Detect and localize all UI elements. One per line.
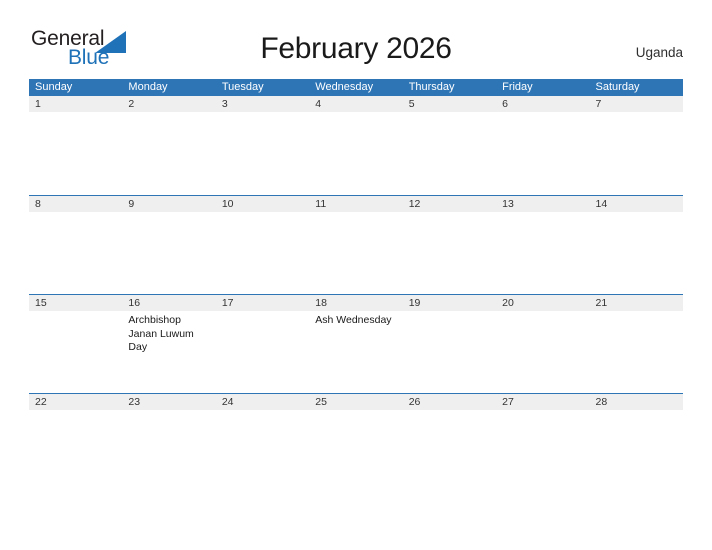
- calendar-week-row: 15 16 Archbishop Janan Luwum Day 17 18 Ash We…: [29, 294, 683, 393]
- weekday-header-saturday: Saturday: [595, 81, 640, 93]
- day-number: 22: [29, 394, 123, 410]
- calendar-day-cell[interactable]: 18 Ash Wednesday: [309, 295, 403, 393]
- calendar-day-cell[interactable]: 16 Archbishop Janan Luwum Day: [122, 295, 216, 393]
- calendar-day-cell[interactable]: 1: [29, 96, 123, 195]
- calendar-day-cell[interactable]: 8: [29, 196, 123, 294]
- day-number: 2: [122, 96, 216, 112]
- weekday-header-friday: Friday: [502, 81, 533, 93]
- region-label: Uganda: [635, 45, 683, 60]
- day-number: 11: [309, 196, 403, 212]
- calendar-day-cell[interactable]: 17: [215, 295, 310, 393]
- calendar-day-cell[interactable]: 20: [496, 295, 590, 393]
- calendar-day-cell[interactable]: 21: [589, 295, 683, 393]
- calendar-day-cell[interactable]: 7: [589, 96, 683, 195]
- calendar-day-cell[interactable]: 25: [309, 394, 403, 492]
- event-label: Ash Wednesday: [315, 314, 392, 326]
- calendar-day-cell[interactable]: 4: [309, 96, 403, 195]
- calendar-day-cell[interactable]: 2: [122, 96, 216, 195]
- weekday-header-wednesday: Wednesday: [315, 81, 374, 93]
- day-number: 10: [215, 196, 310, 212]
- weekday-header-sunday: Sunday: [35, 81, 73, 93]
- calendar-day-cell[interactable]: 14: [589, 196, 683, 294]
- calendar-day-cell[interactable]: 11: [309, 196, 403, 294]
- day-events: Archbishop Janan Luwum Day: [122, 311, 215, 355]
- calendar-day-cell[interactable]: 15: [29, 295, 123, 393]
- day-number: 3: [215, 96, 310, 112]
- calendar-day-cell[interactable]: 10: [215, 196, 310, 294]
- calendar-page: General Blue February 2026 Uganda Sunday…: [0, 0, 712, 550]
- day-number: 17: [215, 295, 310, 311]
- day-number: 4: [309, 96, 403, 112]
- calendar-day-cell[interactable]: 3: [215, 96, 310, 195]
- calendar-day-cell[interactable]: 27: [496, 394, 590, 492]
- calendar-day-cell[interactable]: 22: [29, 394, 123, 492]
- day-number: 23: [122, 394, 216, 410]
- calendar-day-cell[interactable]: 5: [402, 96, 497, 195]
- calendar-day-cell[interactable]: 6: [496, 96, 590, 195]
- day-number: 9: [122, 196, 216, 212]
- calendar-day-cell[interactable]: 19: [402, 295, 497, 393]
- calendar-day-cell[interactable]: 12: [402, 196, 497, 294]
- calendar-week-row: 8 9 10 11 12 13 14: [29, 195, 683, 294]
- day-number: 8: [29, 196, 123, 212]
- day-number: 7: [589, 96, 683, 112]
- day-number: 28: [589, 394, 683, 410]
- weekday-header-monday: Monday: [128, 81, 168, 93]
- day-number: 18: [309, 295, 403, 311]
- page-title: February 2026: [260, 32, 452, 65]
- day-number: 6: [496, 96, 590, 112]
- page-header: General Blue February 2026 Uganda: [0, 0, 712, 79]
- day-number: 15: [29, 295, 123, 311]
- day-number: 14: [589, 196, 683, 212]
- calendar-week-row: 22 23 24 25 26 27 28: [29, 393, 683, 492]
- day-number: 25: [309, 394, 403, 410]
- day-number: 19: [402, 295, 497, 311]
- day-number: 24: [215, 394, 310, 410]
- calendar-day-cell[interactable]: 9: [122, 196, 216, 294]
- day-number: 26: [402, 394, 497, 410]
- day-events: Ash Wednesday: [309, 311, 402, 328]
- day-number: 16: [122, 295, 216, 311]
- day-number: 1: [29, 96, 123, 112]
- day-number: 27: [496, 394, 590, 410]
- day-number: 20: [496, 295, 590, 311]
- calendar-day-cell[interactable]: 26: [402, 394, 497, 492]
- event-label: Archbishop Janan Luwum Day: [128, 314, 194, 353]
- calendar-day-cell[interactable]: 13: [496, 196, 590, 294]
- day-number: 13: [496, 196, 590, 212]
- calendar-grid: Sunday Monday Tuesday Wednesday Thursday…: [29, 79, 683, 492]
- day-number: 12: [402, 196, 497, 212]
- calendar-day-cell[interactable]: 28: [589, 394, 683, 492]
- calendar-week-row: 1234567: [29, 96, 683, 195]
- calendar-day-cell[interactable]: 24: [215, 394, 310, 492]
- weekday-header-row: Sunday Monday Tuesday Wednesday Thursday…: [29, 79, 683, 96]
- day-number: 21: [589, 295, 683, 311]
- day-number: 5: [402, 96, 497, 112]
- calendar-weeks: 1 2 3 4 5 6 7 8 9 10 11 12 13 14 15 16 Archbishop Janan …: [29, 96, 683, 492]
- calendar-day-cell[interactable]: 23: [122, 394, 216, 492]
- weekday-header-tuesday: Tuesday: [221, 81, 264, 93]
- weekday-header-thursday: Thursday: [408, 81, 455, 93]
